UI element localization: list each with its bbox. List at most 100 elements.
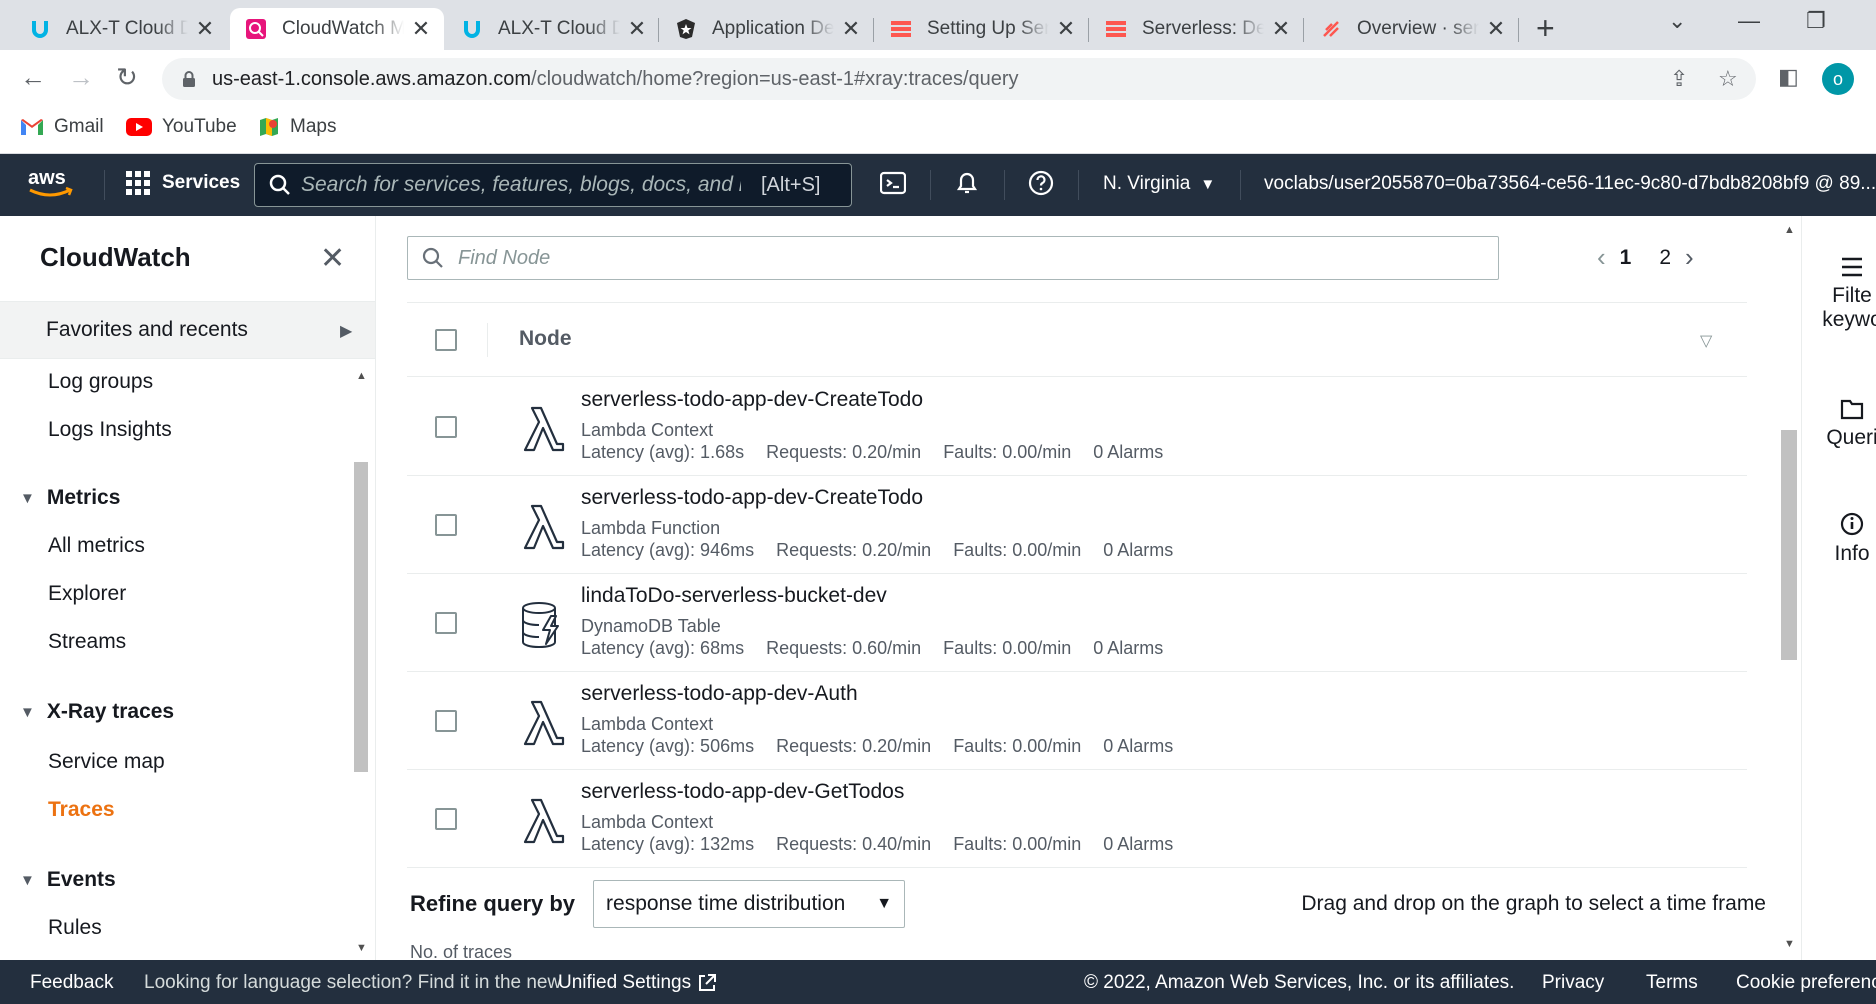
refine-query-select[interactable]: response time distribution ▼ xyxy=(593,880,906,928)
tab-search-icon[interactable]: ⌄ xyxy=(1668,8,1686,34)
bookmark-youtube[interactable]: YouTube xyxy=(126,116,237,138)
cookie-preferences-link[interactable]: Cookie preferenc xyxy=(1736,972,1876,994)
unified-settings-link[interactable]: Unified Settings xyxy=(558,972,717,994)
bookmark-star-icon[interactable]: ☆ xyxy=(1718,66,1738,92)
scroll-down-icon[interactable]: ▼ xyxy=(1784,938,1795,950)
forward-icon[interactable]: → xyxy=(68,62,94,93)
bookmark-maps[interactable]: Maps xyxy=(258,116,336,138)
address-bar[interactable]: us-east-1.console.aws.amazon.com/cloudwa… xyxy=(162,58,1756,100)
reload-icon[interactable]: ↻ xyxy=(116,62,138,93)
scrollbar-thumb[interactable] xyxy=(354,462,368,772)
close-tab-icon[interactable]: ✕ xyxy=(840,16,862,42)
favorites-and-recents[interactable]: Favorites and recents ▶ xyxy=(0,301,375,359)
sidebar-item-logs-insights[interactable]: Logs Insights xyxy=(48,418,172,442)
find-node-field[interactable] xyxy=(407,236,1499,280)
aws-search-input[interactable] xyxy=(301,173,741,197)
sidebar-item-streams[interactable]: Streams xyxy=(48,630,126,654)
sidebar-scrollbar[interactable]: ▲ ▼ xyxy=(350,362,372,960)
bookmark-gmail[interactable]: Gmail xyxy=(20,116,104,138)
new-tab-button[interactable]: + xyxy=(1536,10,1555,47)
table-row[interactable]: serverless-todo-app-dev-Auth Lambda Cont… xyxy=(407,672,1747,770)
browser-tab[interactable]: Serverless: Dev ✕ xyxy=(1090,8,1304,50)
region-selector[interactable]: N. Virginia ▼ xyxy=(1103,173,1215,195)
row-checkbox[interactable] xyxy=(435,710,457,732)
page-2[interactable]: 2 xyxy=(1659,246,1671,270)
table-row[interactable]: serverless-todo-app-dev-GetTodos Lambda … xyxy=(407,770,1747,868)
sidebar-section-events[interactable]: ▼ Events xyxy=(20,868,116,892)
close-tab-icon[interactable]: ✕ xyxy=(1055,16,1077,42)
rail-info[interactable]: Info xyxy=(1802,512,1876,566)
side-panel-icon[interactable]: ◧ xyxy=(1778,64,1799,90)
aws-logo[interactable]: aws xyxy=(26,166,76,200)
close-tab-icon[interactable]: ✕ xyxy=(1270,16,1292,42)
browser-tab[interactable]: Overview · serv ✕ xyxy=(1305,8,1519,50)
copyright: © 2022, Amazon Web Services, Inc. or its… xyxy=(1084,972,1515,993)
node-name[interactable]: serverless-todo-app-dev-CreateTodo xyxy=(581,388,923,412)
external-link-icon xyxy=(699,974,717,991)
close-icon[interactable]: ✕ xyxy=(320,244,345,274)
browser-tab[interactable]: ALX-T Cloud D ✕ xyxy=(446,8,660,50)
close-tab-icon[interactable]: ✕ xyxy=(194,16,216,42)
sidebar-section-metrics[interactable]: ▼ Metrics xyxy=(20,486,120,510)
services-menu-button[interactable]: Services xyxy=(126,171,240,195)
table-row[interactable]: lindaToDo-serverless-bucket-dev DynamoDB… xyxy=(407,574,1747,672)
column-header-node[interactable]: Node xyxy=(519,327,572,351)
scroll-up-icon[interactable]: ▲ xyxy=(1784,224,1795,236)
feedback-link[interactable]: Feedback xyxy=(30,972,113,994)
browser-tab-active[interactable]: CloudWatch M ✕ xyxy=(230,8,444,50)
sidebar-item-explorer[interactable]: Explorer xyxy=(48,582,126,606)
close-tab-icon[interactable]: ✕ xyxy=(410,16,432,42)
table-row[interactable]: serverless-todo-app-dev-CreateTodo Lambd… xyxy=(407,476,1747,574)
profile-avatar[interactable]: o xyxy=(1822,63,1854,95)
node-name[interactable]: serverless-todo-app-dev-CreateTodo xyxy=(581,486,923,510)
node-name[interactable]: serverless-todo-app-dev-Auth xyxy=(581,682,858,706)
row-checkbox[interactable] xyxy=(435,808,457,830)
scroll-up-icon[interactable]: ▲ xyxy=(356,370,367,382)
scrollbar-thumb[interactable] xyxy=(1781,430,1797,660)
account-menu[interactable]: voclabs/user2055870=0ba73564-ce56-11ec-9… xyxy=(1264,173,1876,195)
info-icon xyxy=(1840,512,1864,536)
terms-link[interactable]: Terms xyxy=(1646,972,1698,994)
row-checkbox[interactable] xyxy=(435,416,457,438)
sidebar-item-log-groups[interactable]: Log groups xyxy=(48,370,153,394)
minimize-button[interactable]: — xyxy=(1738,8,1760,34)
close-tab-icon[interactable]: ✕ xyxy=(1485,16,1507,42)
browser-tab[interactable]: Setting Up Sen ✕ xyxy=(875,8,1089,50)
close-tab-icon[interactable]: ✕ xyxy=(626,16,648,42)
privacy-link[interactable]: Privacy xyxy=(1542,972,1604,994)
notifications-bell-icon[interactable] xyxy=(954,170,980,196)
node-name[interactable]: lindaToDo-serverless-bucket-dev xyxy=(581,584,887,608)
sidebar-title: CloudWatch xyxy=(40,242,191,272)
row-checkbox[interactable] xyxy=(435,514,457,536)
sidebar-section-xray[interactable]: ▼ X-Ray traces xyxy=(20,700,174,724)
node-name[interactable]: serverless-todo-app-dev-GetTodos xyxy=(581,780,904,804)
sidebar-item-rules[interactable]: Rules xyxy=(48,916,102,940)
sidebar-item-all-metrics[interactable]: All metrics xyxy=(48,534,145,558)
search-icon xyxy=(422,247,443,268)
select-all-checkbox[interactable] xyxy=(435,329,457,351)
browser-tab[interactable]: ALX-T Cloud D ✕ xyxy=(14,8,228,50)
back-icon[interactable]: ← xyxy=(20,62,46,93)
node-stats: Latency (avg): 68ms Requests: 0.60/min Fau… xyxy=(581,638,1164,658)
rail-queries[interactable]: Queri xyxy=(1802,398,1876,450)
find-node-input[interactable] xyxy=(458,246,1458,270)
aws-search-box[interactable]: [Alt+S] xyxy=(254,163,852,207)
sidebar-item-service-map[interactable]: Service map xyxy=(48,750,165,774)
scroll-down-icon[interactable]: ▼ xyxy=(356,942,367,954)
rail-filter[interactable]: Filte keywo xyxy=(1802,256,1876,332)
previous-page-icon[interactable]: ‹ xyxy=(1597,242,1606,273)
nav-divider xyxy=(930,170,931,200)
lambda-icon xyxy=(523,504,565,550)
table-row[interactable]: serverless-todo-app-dev-CreateTodo Lambd… xyxy=(407,378,1747,476)
share-icon[interactable]: ⇪ xyxy=(1670,66,1688,92)
restore-button[interactable]: ❐ xyxy=(1806,8,1826,34)
page-1[interactable]: 1 xyxy=(1620,246,1632,270)
main-scrollbar[interactable]: ▲ ▼ xyxy=(1777,216,1801,960)
browser-tab[interactable]: Application De ✕ xyxy=(660,8,874,50)
cloudshell-icon[interactable] xyxy=(880,170,906,196)
row-checkbox[interactable] xyxy=(435,612,457,634)
next-page-icon[interactable]: › xyxy=(1685,242,1694,273)
sort-caret-icon[interactable]: ▽ xyxy=(1700,331,1712,351)
sidebar-item-traces[interactable]: Traces xyxy=(48,798,115,822)
help-icon[interactable] xyxy=(1028,170,1054,196)
